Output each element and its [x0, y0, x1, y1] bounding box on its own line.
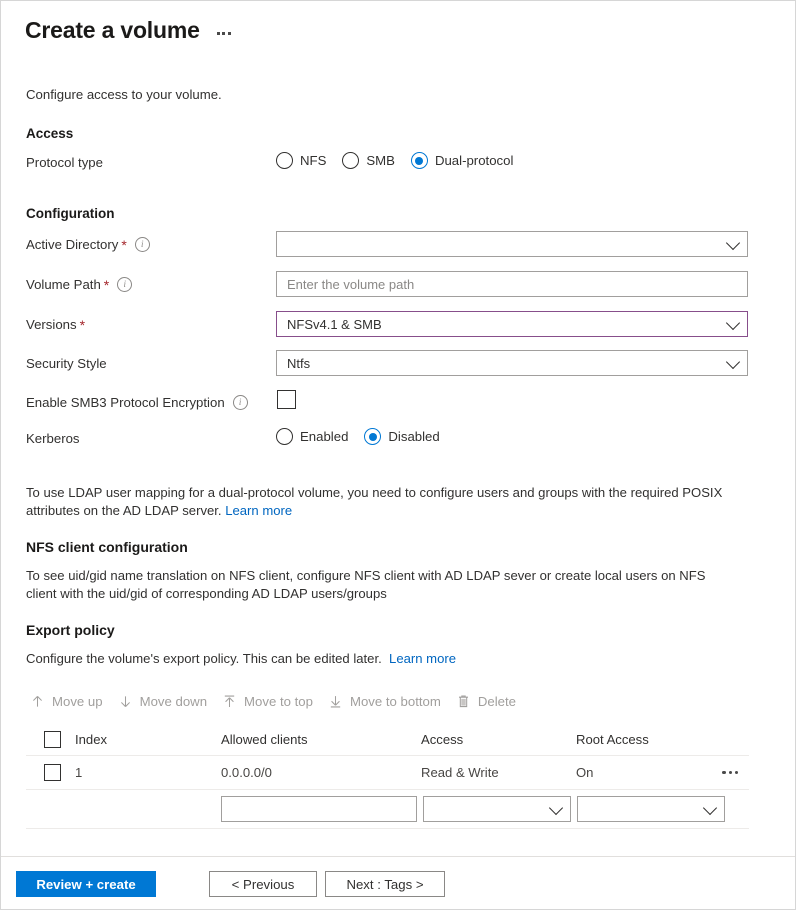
column-header-index: Index [75, 732, 108, 747]
radio-option-nfs[interactable]: NFS [276, 152, 326, 169]
radio-option-dual-protocol[interactable]: Dual-protocol [410, 152, 514, 169]
radio-option-smb[interactable]: SMB [342, 152, 395, 169]
radio-circle-kerberos-disabled [364, 428, 382, 445]
move-to-bottom-button[interactable]: Move to bottom [324, 689, 452, 714]
radio-label-nfs: NFS [300, 153, 327, 168]
arrow-down-icon [118, 694, 133, 709]
table-row[interactable]: 1 0.0.0.0/0 Read & Write On [26, 756, 749, 790]
arrow-to-bottom-icon [328, 694, 343, 709]
required-marker: * [103, 276, 110, 293]
trash-icon [456, 694, 471, 709]
move-to-top-button[interactable]: Move to top [218, 689, 324, 714]
new-row-root-access-dropdown[interactable] [577, 796, 725, 822]
page-header: Create a volume [25, 17, 234, 44]
ldap-learn-more-link[interactable]: Learn more [225, 503, 292, 518]
move-down-label: Move down [139, 694, 208, 709]
smb3-encryption-checkbox[interactable] [277, 390, 296, 409]
move-up-label: Move up [52, 694, 103, 709]
protocol-type-radio-group[interactable]: NFS SMB Dual-protocol [276, 152, 520, 169]
cell-root-access: On [576, 765, 594, 780]
ldap-note: To use LDAP user mapping for a dual-prot… [26, 484, 726, 521]
kerberos-label: Kerberos [26, 431, 80, 446]
create-volume-page: Create a volume Configure access to your… [0, 0, 796, 910]
security-style-label: Security Style [26, 356, 107, 371]
radio-label-kerberos-enabled: Enabled [300, 429, 349, 444]
export-policy-description: Configure the volume's export policy. Th… [26, 650, 726, 668]
move-down-button[interactable]: Move down [114, 689, 218, 714]
radio-label-smb: SMB [366, 153, 395, 168]
radio-option-kerberos-enabled[interactable]: Enabled [276, 428, 348, 445]
select-all-checkbox[interactable] [44, 731, 61, 748]
info-icon[interactable]: i [134, 237, 150, 252]
column-header-root-access: Root Access [576, 732, 649, 747]
versions-dropdown[interactable]: NFSv4.1 & SMB [276, 311, 748, 337]
radio-option-kerberos-disabled[interactable]: Disabled [364, 428, 440, 445]
move-to-top-label: Move to top [244, 694, 313, 709]
ldap-note-text: To use LDAP user mapping for a dual-prot… [26, 485, 723, 519]
radio-circle-nfs [276, 152, 293, 169]
volume-path-placeholder: Enter the volume path [287, 276, 415, 292]
required-marker: * [121, 236, 127, 253]
smb3-encryption-label: Enable SMB3 Protocol Encryption i [26, 395, 248, 410]
table-new-row [26, 790, 749, 829]
column-header-allowed-clients: Allowed clients [221, 732, 308, 747]
security-style-dropdown[interactable]: Ntfs [276, 350, 748, 376]
section-heading-nfs-client: NFS client configuration [26, 539, 188, 555]
export-policy-description-text: Configure the volume's export policy. Th… [26, 651, 382, 666]
review-create-button[interactable]: Review + create [16, 871, 156, 897]
new-row-access-dropdown[interactable] [423, 796, 571, 822]
chevron-down-icon [725, 315, 741, 331]
delete-label: Delete [477, 694, 516, 709]
export-policy-table: Index Allowed clients Access Root Access… [26, 724, 749, 829]
info-icon[interactable]: i [232, 395, 248, 410]
row-checkbox[interactable] [44, 764, 61, 781]
previous-button[interactable]: < Previous [209, 871, 317, 897]
radio-circle-kerberos-enabled [276, 428, 293, 445]
versions-label: Versions * [26, 316, 86, 333]
chevron-down-icon [725, 354, 741, 370]
table-header-row: Index Allowed clients Access Root Access [26, 724, 749, 756]
chevron-down-icon [702, 800, 718, 816]
more-options-icon[interactable] [214, 26, 234, 41]
volume-path-input[interactable]: Enter the volume path [276, 271, 748, 297]
volume-path-label: Volume Path * i [26, 276, 133, 293]
nfs-client-description: To see uid/gid name translation on NFS c… [26, 568, 706, 602]
row-context-menu-icon[interactable] [717, 765, 743, 780]
cell-allowed-clients: 0.0.0.0/0 [221, 765, 272, 780]
active-directory-label: Active Directory * i [26, 237, 150, 252]
protocol-type-label: Protocol type [26, 155, 103, 170]
footer-bar: Review + create < Previous Next : Tags > [1, 857, 795, 909]
cell-access: Read & Write [421, 765, 499, 780]
radio-circle-smb [342, 152, 360, 169]
next-tags-button[interactable]: Next : Tags > [325, 871, 445, 897]
intro-text: Configure access to your volume. [26, 87, 222, 102]
page-title: Create a volume [25, 17, 200, 43]
kerberos-radio-group[interactable]: Enabled Disabled [276, 428, 447, 445]
chevron-down-icon [725, 235, 741, 251]
column-header-access: Access [421, 732, 464, 747]
radio-circle-dual-protocol [410, 152, 428, 169]
section-heading-export-policy: Export policy [26, 622, 115, 638]
radio-label-kerberos-disabled: Disabled [388, 429, 440, 444]
arrow-to-top-icon [222, 694, 237, 709]
export-policy-learn-more-link[interactable]: Learn more [389, 651, 456, 666]
cell-index: 1 [75, 765, 83, 780]
section-heading-access: Access [26, 126, 74, 141]
required-marker: * [79, 316, 86, 333]
new-row-allowed-clients-input[interactable] [221, 796, 417, 822]
row-select-cell [26, 764, 75, 781]
export-policy-toolbar: Move up Move down Move to top Move to bo… [26, 689, 527, 714]
move-to-bottom-label: Move to bottom [349, 694, 441, 709]
info-icon[interactable]: i [117, 277, 133, 292]
section-heading-configuration: Configuration [26, 206, 115, 221]
select-all-cell [26, 731, 75, 748]
chevron-down-icon [548, 800, 564, 816]
move-up-button[interactable]: Move up [26, 689, 114, 714]
arrow-up-icon [30, 694, 45, 709]
delete-button[interactable]: Delete [452, 689, 527, 714]
radio-label-dual-protocol: Dual-protocol [434, 153, 514, 168]
active-directory-dropdown[interactable] [276, 231, 748, 257]
